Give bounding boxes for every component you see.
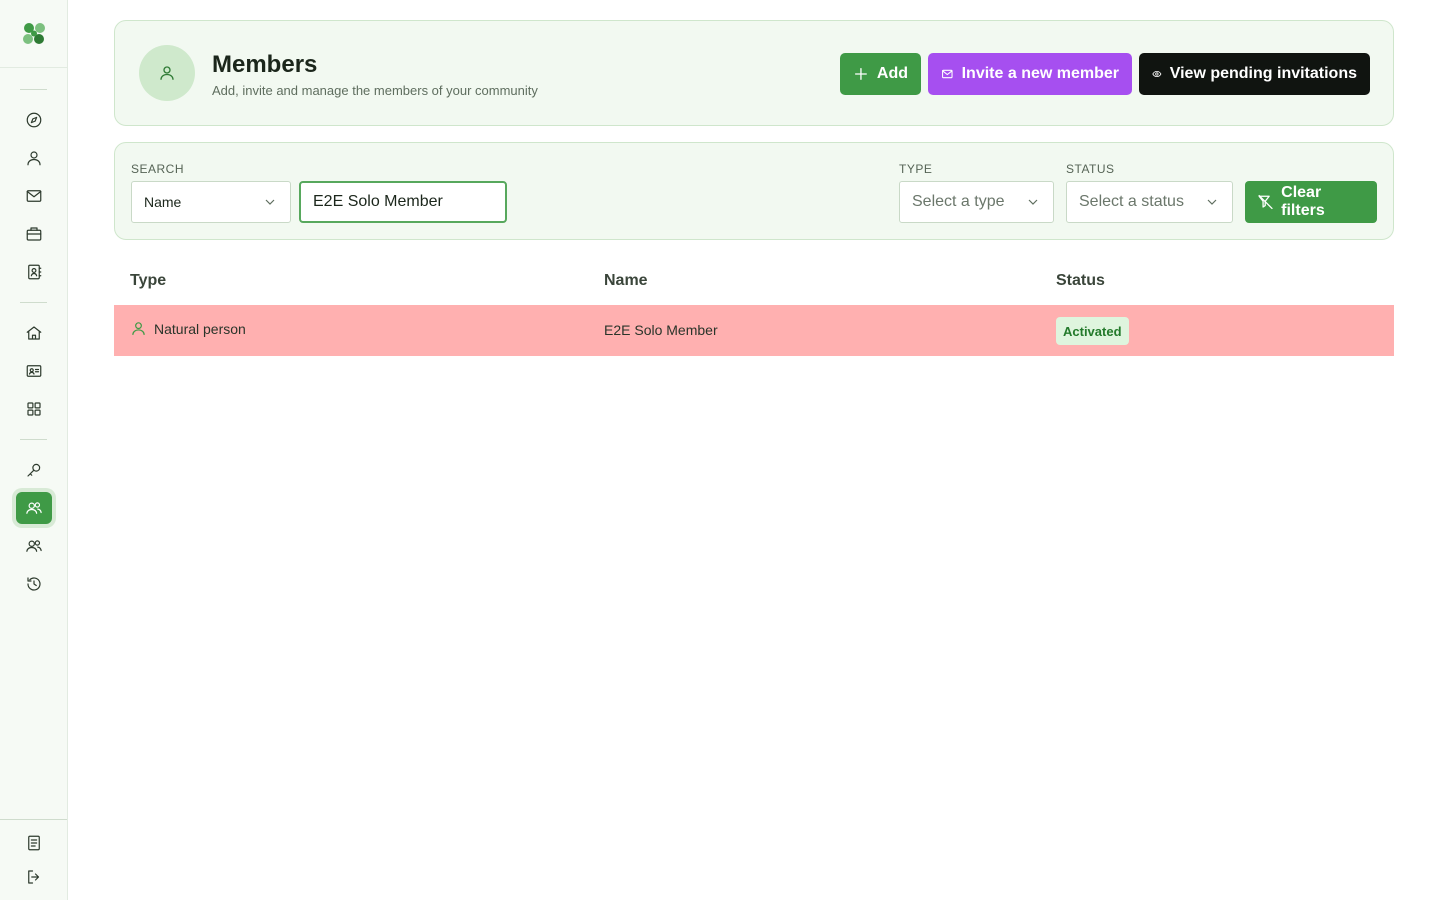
sidebar-item-id-card[interactable] xyxy=(16,355,52,387)
sidebar-item-explore[interactable] xyxy=(16,104,52,136)
status-badge: Activated xyxy=(1056,317,1129,345)
add-button-label: Add xyxy=(876,65,908,82)
sidebar-divider xyxy=(0,819,67,820)
contact-book-icon xyxy=(28,264,42,280)
search-field-value: Name xyxy=(144,194,182,210)
row-type: Natural person xyxy=(154,320,246,337)
view-pending-invitations-button[interactable]: View pending invitations xyxy=(1139,53,1370,95)
type-placeholder: Select a type xyxy=(912,193,1005,210)
group-icon xyxy=(26,540,42,552)
members-avatar xyxy=(139,45,195,101)
sidebar-item-logout[interactable] xyxy=(16,861,52,893)
eye-icon xyxy=(1152,70,1162,78)
logout-icon xyxy=(28,870,40,884)
page-subtitle: Add, invite and manage the members of yo… xyxy=(212,83,538,98)
chevron-down-icon xyxy=(265,199,275,205)
members-icon xyxy=(26,502,42,514)
add-member-button[interactable]: Add xyxy=(840,53,921,95)
search-label: SEARCH xyxy=(131,162,185,176)
sidebar-item-apps[interactable] xyxy=(16,393,52,425)
sidebar-item-groups[interactable] xyxy=(16,530,52,562)
plus-icon xyxy=(854,68,867,80)
row-type-cell: Natural person xyxy=(130,320,246,337)
explore-icon xyxy=(26,112,42,128)
sidebar-item-messages[interactable] xyxy=(16,180,52,212)
sidebar-item-home[interactable] xyxy=(16,317,52,349)
id-card-icon xyxy=(26,365,42,377)
filter-panel: SEARCH Name TYPE Select a type STATUS Se… xyxy=(114,142,1394,240)
user-icon xyxy=(160,66,174,80)
app-logo[interactable] xyxy=(0,0,67,68)
sidebar-divider xyxy=(20,302,47,303)
document-icon xyxy=(28,835,40,851)
status-placeholder: Select a status xyxy=(1079,193,1184,210)
table-row[interactable]: Natural person E2E Solo Member Activated xyxy=(114,305,1394,356)
briefcase-icon xyxy=(26,227,42,241)
sidebar-item-members[interactable] xyxy=(16,492,52,524)
chevron-down-icon xyxy=(1207,199,1217,205)
clear-filters-button[interactable]: Clear filters xyxy=(1245,181,1377,223)
search-field-select[interactable]: Name xyxy=(131,181,291,223)
page-header: Members Add, invite and manage the membe… xyxy=(114,20,1394,126)
sidebar-divider xyxy=(20,439,47,440)
sidebar xyxy=(0,0,68,900)
type-label: TYPE xyxy=(899,162,933,176)
user-icon xyxy=(132,322,145,335)
mail-icon xyxy=(26,190,42,202)
row-name: E2E Solo Member xyxy=(604,322,718,338)
sidebar-item-documentation[interactable] xyxy=(16,827,52,859)
key-icon xyxy=(27,463,41,477)
chevron-down-icon xyxy=(1028,199,1038,205)
type-select[interactable]: Select a type xyxy=(899,181,1054,223)
sidebar-item-contacts[interactable] xyxy=(16,256,52,288)
apps-grid-icon xyxy=(27,402,41,416)
column-header-type[interactable]: Type xyxy=(130,272,166,290)
invite-member-button[interactable]: Invite a new member xyxy=(928,53,1132,95)
sidebar-divider xyxy=(20,89,47,90)
history-icon xyxy=(27,577,41,591)
sidebar-item-history[interactable] xyxy=(16,568,52,600)
page-title: Members xyxy=(212,51,318,78)
invite-button-label: Invite a new member xyxy=(961,65,1119,82)
column-header-status[interactable]: Status xyxy=(1056,272,1105,290)
sidebar-item-keys[interactable] xyxy=(16,454,52,486)
user-icon xyxy=(27,151,41,166)
status-select[interactable]: Select a status xyxy=(1066,181,1233,223)
search-input[interactable] xyxy=(299,181,507,223)
sidebar-item-profile[interactable] xyxy=(16,142,52,174)
status-label: STATUS xyxy=(1066,162,1115,176)
sidebar-item-jobs[interactable] xyxy=(16,218,52,250)
mail-icon xyxy=(942,69,953,79)
clear-filters-label: Clear filters xyxy=(1281,184,1325,219)
filter-clear-icon xyxy=(1258,194,1273,210)
home-icon xyxy=(26,326,42,340)
column-header-name[interactable]: Name xyxy=(604,272,648,290)
pending-button-label: View pending invitations xyxy=(1169,65,1357,82)
clover-logo-icon xyxy=(22,22,45,44)
